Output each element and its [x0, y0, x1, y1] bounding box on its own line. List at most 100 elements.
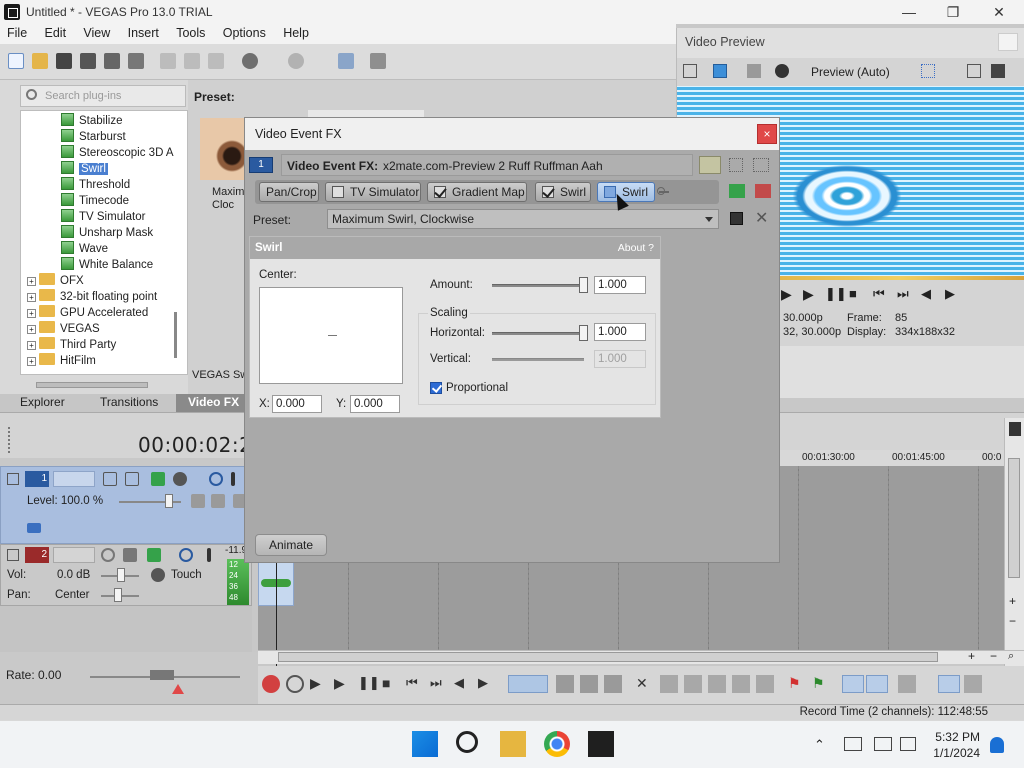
envelope-tool-icon[interactable] [556, 675, 574, 693]
preview-prev-frame-icon[interactable]: ◀ [921, 286, 931, 302]
compositing-mode-icon[interactable] [125, 472, 139, 486]
pause-icon[interactable]: ❚❚ [358, 675, 380, 693]
hscroll-thumb[interactable] [278, 652, 938, 662]
plugin-folder[interactable]: + OFX [27, 273, 84, 289]
vscroll-thumb[interactable] [1008, 458, 1020, 578]
video-track-header[interactable]: 1 Level: 100.0 % [0, 466, 252, 544]
video-preview-close-button[interactable] [998, 33, 1018, 51]
zoom-out-vertical-icon[interactable]: − [1009, 614, 1016, 628]
open-folder-icon[interactable] [32, 53, 48, 69]
animate-button[interactable]: Animate [255, 534, 327, 556]
checkbox-checked-icon[interactable] [434, 186, 446, 198]
list-view-icon[interactable] [729, 158, 743, 172]
pan-knob[interactable] [114, 588, 122, 602]
remove-plugin-icon[interactable] [755, 184, 771, 198]
track-minimize-icon[interactable] [7, 473, 19, 485]
trim-end-icon[interactable] [708, 675, 726, 693]
lock-icon[interactable] [756, 675, 774, 693]
notification-bell-icon[interactable] [990, 737, 1004, 753]
preset-thumb-2[interactable] [308, 110, 424, 118]
new-project-icon[interactable] [8, 53, 24, 69]
close-button[interactable]: ✕ [976, 0, 1022, 24]
menu-tools[interactable]: Tools [169, 24, 212, 40]
proportional-checkbox[interactable] [430, 382, 442, 394]
center-position-picker[interactable] [259, 287, 403, 384]
horizontal-slider-thumb[interactable] [579, 325, 588, 341]
zoom-tool-icon[interactable]: ⌕ [1008, 650, 1014, 663]
chain-item-swirl-1[interactable]: Swirl [535, 182, 591, 202]
windows-start-icon[interactable] [412, 731, 438, 757]
cut-icon[interactable] [160, 53, 176, 69]
plugin-item[interactable]: Timecode [61, 193, 129, 209]
chain-item-gradient-map[interactable]: Gradient Map [427, 182, 527, 202]
show-hidden-icons-chevron-icon[interactable]: ⌃ [814, 737, 825, 753]
video-fx-icon[interactable] [775, 64, 789, 78]
expand-icon[interactable]: + [27, 357, 36, 366]
chain-item-pan-crop[interactable]: Pan/Crop [259, 182, 319, 202]
play-from-start-icon[interactable]: ▶ [310, 675, 328, 693]
tab-explorer[interactable]: Explorer [20, 395, 65, 409]
track-fx-icon[interactable] [151, 472, 165, 486]
touch-mode-dropdown[interactable]: Touch [171, 569, 202, 581]
tab-video-fx[interactable]: Video FX [176, 394, 246, 412]
automation-gear-icon[interactable] [151, 568, 165, 582]
go-to-start-icon[interactable]: ⏮ [406, 675, 424, 693]
maximize-button[interactable]: ❐ [930, 0, 976, 24]
chain-item-tv-simulator[interactable]: TV Simulator [325, 182, 421, 202]
solo-icon[interactable] [231, 472, 235, 486]
overlays-icon[interactable] [921, 64, 935, 78]
arm-record-icon[interactable] [101, 548, 115, 562]
y-value-field[interactable]: 0.000 [350, 395, 400, 413]
next-frame-icon[interactable]: ▶ [478, 675, 496, 693]
insert-marker-icon[interactable]: ⚑ [788, 675, 806, 693]
save-snapshot-icon[interactable] [991, 64, 1005, 78]
zoom-in-horizontal-icon[interactable]: + [968, 649, 975, 663]
file-explorer-icon[interactable] [500, 731, 526, 757]
menu-file[interactable]: File [0, 24, 34, 40]
chain-view-icon[interactable] [699, 156, 721, 174]
audio-fx-icon[interactable] [147, 548, 161, 562]
expand-icon[interactable]: + [27, 309, 36, 318]
plugin-item[interactable]: Stereoscopic 3D A [61, 145, 174, 161]
expand-icon[interactable]: + [27, 341, 36, 350]
save-preset-icon[interactable] [730, 212, 743, 225]
audio-solo-icon[interactable] [207, 548, 211, 562]
split-icon[interactable] [732, 675, 750, 693]
minimize-button[interactable]: — [886, 0, 932, 24]
plugin-folder[interactable]: + Third Party [27, 337, 116, 353]
properties-icon[interactable] [128, 53, 144, 69]
chrome-icon[interactable] [544, 731, 570, 757]
plugin-item[interactable]: Swirl [61, 161, 108, 177]
normal-edit-tool-icon[interactable] [508, 675, 548, 693]
horizontal-slider[interactable] [492, 332, 588, 335]
preview-end-icon[interactable]: ⏭ [897, 286, 909, 302]
grid-view-icon[interactable] [753, 158, 769, 172]
track-automation-icon[interactable] [27, 523, 41, 533]
plugin-search-input[interactable]: Search plug-ins [20, 85, 186, 107]
plugin-chain-add-icon[interactable] [729, 184, 745, 198]
plugin-folder[interactable]: + GPU Accelerated [27, 305, 148, 321]
preview-start-icon[interactable]: ⏮ [873, 286, 885, 302]
plugin-folder[interactable]: + VEGAS [27, 321, 100, 337]
track-arrow-down-icon[interactable] [211, 494, 225, 508]
undo-icon[interactable] [242, 53, 258, 69]
render-icon[interactable] [104, 53, 120, 69]
checkbox-icon[interactable] [332, 186, 344, 198]
menu-edit[interactable]: Edit [38, 24, 74, 40]
preview-stop-icon[interactable]: ■ [849, 286, 857, 301]
mute-icon[interactable] [209, 472, 223, 486]
ripple-mode-icon[interactable] [898, 675, 916, 693]
expand-icon[interactable]: + [27, 293, 36, 302]
preview-quality-dropdown[interactable]: Preview (Auto) [811, 65, 890, 79]
timeline-question-icon[interactable] [1009, 422, 1021, 436]
lock-envelopes-icon[interactable] [938, 675, 960, 693]
copy-snapshot-icon[interactable] [967, 64, 981, 78]
menu-view[interactable]: View [76, 24, 117, 40]
track-expand-icon[interactable] [191, 494, 205, 508]
copy-icon[interactable] [184, 53, 200, 69]
go-to-end-icon[interactable]: ⏭ [430, 675, 448, 693]
paste-icon[interactable] [208, 53, 224, 69]
vol-knob[interactable] [117, 568, 125, 582]
edit-tool-icon[interactable] [338, 53, 354, 69]
checkbox-checked-icon[interactable] [542, 186, 554, 198]
